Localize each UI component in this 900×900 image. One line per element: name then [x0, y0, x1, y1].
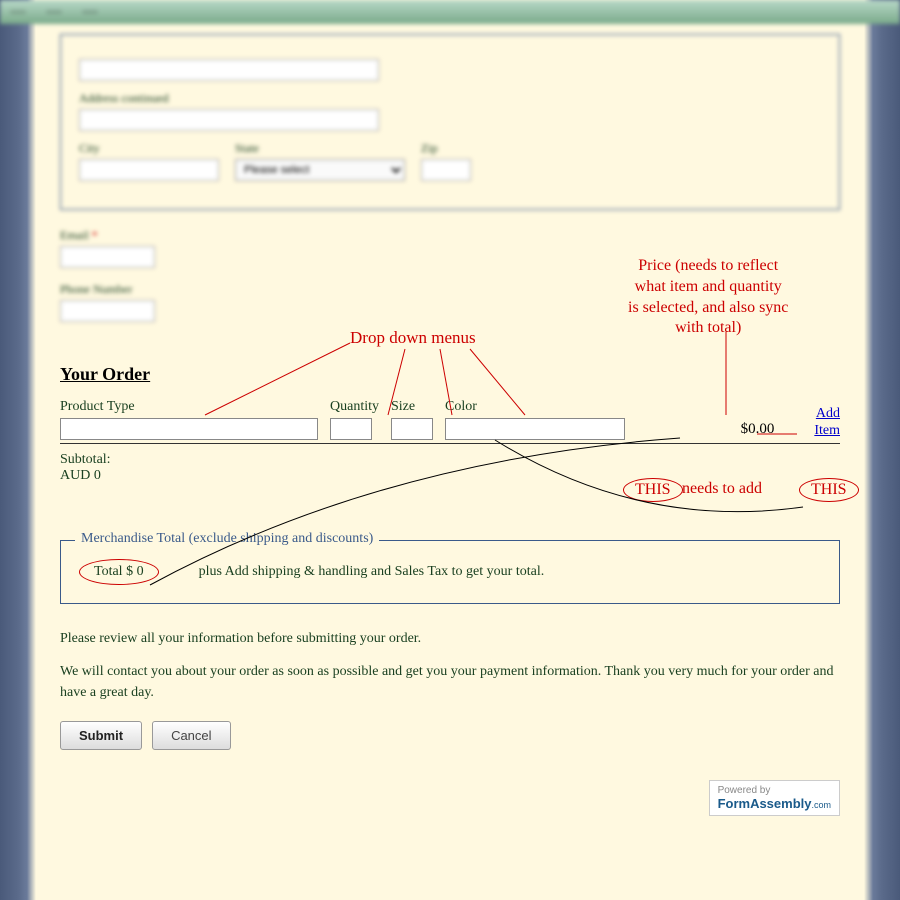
address-input[interactable]	[79, 59, 379, 81]
annotation-price-note: Price (needs to reflect what item and qu…	[628, 256, 788, 339]
zip-label: Zip	[421, 141, 471, 156]
state-select[interactable]: Please select	[235, 159, 405, 181]
merchandise-total-box: Merchandise Total (exclude shipping and …	[60, 540, 840, 604]
address-continued-input[interactable]	[79, 109, 379, 131]
email-label: Email *	[60, 228, 840, 243]
merchandise-legend: Merchandise Total (exclude shipping and …	[75, 531, 379, 547]
address-continued-label: Address continued	[79, 91, 821, 106]
quantity-select[interactable]	[330, 418, 372, 440]
submit-button[interactable]: Submit	[60, 721, 142, 750]
subtotal-label: Subtotal:	[60, 452, 840, 468]
color-label: Color	[445, 399, 625, 415]
add-item-link[interactable]: AddItem	[814, 406, 840, 440]
cancel-button[interactable]: Cancel	[152, 721, 230, 750]
color-select[interactable]	[445, 418, 625, 440]
review-notice: Please review all your information befor…	[60, 628, 840, 649]
order-line-item: Product Type Quantity Size Color $0.00 A…	[60, 399, 840, 444]
product-type-label: Product Type	[60, 399, 318, 415]
annotation-dropdown-menus: Drop down menus	[350, 328, 476, 348]
city-label: City	[79, 141, 219, 156]
product-type-select[interactable]	[60, 418, 318, 440]
contact-notice: We will contact you about your order as …	[60, 661, 840, 703]
your-order-heading: Your Order	[60, 364, 840, 385]
form-page: Address continued City State Please sele…	[40, 24, 860, 836]
email-input[interactable]	[60, 246, 155, 268]
line-price: $0.00	[741, 421, 775, 440]
merchandise-note: plus Add shipping & handling and Sales T…	[199, 564, 545, 580]
quantity-label: Quantity	[330, 399, 379, 415]
address-fieldset: Address continued City State Please sele…	[60, 34, 840, 210]
size-select[interactable]	[391, 418, 433, 440]
phone-input[interactable]	[60, 300, 155, 322]
browser-tab-bar	[0, 0, 900, 24]
annotation-this-2: THIS	[799, 478, 859, 502]
powered-by-badge[interactable]: Powered by FormAssembly.com	[709, 780, 840, 816]
annotation-this-1: THIS	[623, 478, 683, 502]
city-input[interactable]	[79, 159, 219, 181]
size-label: Size	[391, 399, 433, 415]
annotation-needs-add: needs to add	[682, 480, 762, 498]
total-display: Total $ 0	[79, 559, 159, 585]
state-label: State	[235, 141, 405, 156]
zip-input[interactable]	[421, 159, 471, 181]
